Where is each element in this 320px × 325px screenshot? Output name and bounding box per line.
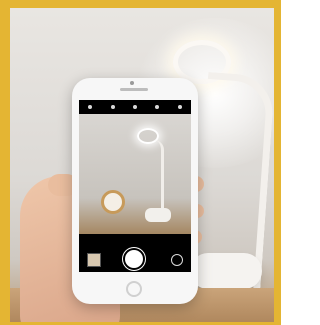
gallery-thumbnail[interactable] (87, 253, 101, 267)
filter-icon[interactable] (177, 105, 182, 109)
shutter-button[interactable] (125, 250, 143, 268)
photo-frame (0, 0, 281, 325)
camera-app-screen (79, 100, 191, 272)
timer-icon[interactable] (155, 105, 160, 109)
viewfinder (79, 114, 191, 234)
home-button[interactable] (126, 281, 142, 297)
product-photo (10, 8, 274, 322)
alarm-clock (101, 190, 125, 214)
camera-top-bar (79, 100, 191, 114)
camera-flip-icon[interactable] (171, 254, 183, 266)
camera-mode-strip (79, 236, 191, 246)
lamp-clip-base (145, 208, 171, 222)
lamp-clip-base (190, 253, 262, 289)
lamp-neck (147, 140, 164, 210)
speaker-grille (120, 88, 148, 91)
front-camera-icon (130, 81, 134, 85)
smartphone (72, 78, 198, 304)
live-photo-icon[interactable] (132, 105, 137, 109)
flash-icon[interactable] (88, 105, 93, 109)
hdr-icon[interactable] (110, 105, 115, 109)
